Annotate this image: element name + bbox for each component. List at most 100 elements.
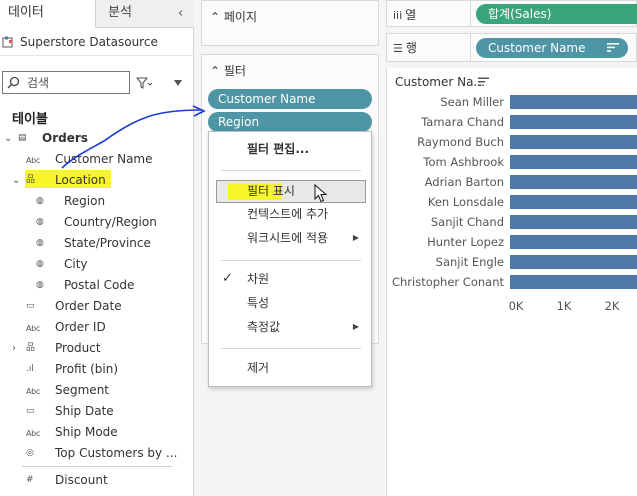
field-item[interactable]: ▭ Ship Date [0,401,194,422]
menu-item-add-to-context[interactable]: 컨텍스트에 추가 [209,203,371,225]
bar-mark[interactable] [510,215,637,229]
category-label[interactable]: Adrian Barton [425,175,504,189]
bar-mark[interactable] [510,235,637,249]
columns-pill-sum-sales[interactable]: 합계(Sales) [476,4,637,24]
field-item[interactable]: ◍ Region [0,191,194,212]
x-tick-label: 2K [605,299,620,313]
string-type-icon: Abc [26,324,41,333]
chevron-right-icon[interactable]: › [12,343,16,354]
bar-mark[interactable] [510,135,637,149]
filters-label: 필터 [223,64,246,78]
bar-mark[interactable] [510,255,637,269]
menu-item-dimension[interactable]: ✓ 차원 [209,268,371,290]
sort-descending-icon[interactable] [607,42,619,53]
calendar-icon: ▭ [26,406,35,416]
string-type-icon: Abc [26,387,41,396]
bar-mark[interactable] [510,195,637,209]
menu-item-label: 필터 표시 [247,184,295,198]
chevron-up-icon[interactable]: ⌃ [210,64,220,78]
category-label[interactable]: Sanjit Engle [436,255,504,269]
field-label: Region [64,194,106,208]
collapse-pane-icon[interactable]: ‹ [178,6,183,21]
tab-data[interactable]: 데이터 [0,0,96,28]
hierarchy-icon: 品 [26,175,36,185]
field-item[interactable]: Abc Ship Mode [0,422,194,443]
globe-icon: ◍ [36,238,44,248]
field-item[interactable]: ⌄ ▤ Orders [0,128,194,149]
filter-pill-customer-name[interactable]: Customer Name [208,89,372,109]
filter-funnel-icon[interactable] [136,76,152,90]
menu-separator [221,348,361,349]
chevron-down-icon[interactable]: ⌄ [4,133,12,144]
field-item[interactable]: ◍ Country/Region [0,212,194,233]
menu-item-label: 워크시트에 적용 [247,231,329,245]
category-label[interactable]: Tamara Chand [420,115,504,129]
menu-item-apply-to-worksheets[interactable]: 워크시트에 적용 ▶ [209,227,371,249]
filters-shelf-title: ⌃ 필터 [210,62,246,79]
search-input[interactable] [27,74,125,91]
field-item[interactable]: ▭ Order Date [0,296,194,317]
category-label[interactable]: Sean Miller [440,95,504,109]
data-pane: 데이터 분석 ‹ Superstore Datasource 테이블 ⌄ ▤ Ord… [0,0,194,496]
datasource-icon [2,36,13,48]
field-item[interactable]: # Discount [0,470,194,491]
field-label: Order ID [55,320,106,334]
shelf-divider [470,0,471,27]
category-label[interactable]: Tom Ashbrook [422,155,504,169]
field-label: Postal Code [64,278,135,292]
category-label[interactable]: Ken Lonsdale [428,195,504,209]
submenu-arrow-icon: ▶ [352,322,359,331]
field-item[interactable]: Abc Customer Name [0,149,194,170]
category-label[interactable]: Raymond Buch [417,135,504,149]
bar-mark[interactable] [510,175,637,189]
field-label: Product [55,341,101,355]
menu-item-measure[interactable]: 측정값 ▶ [209,316,371,338]
rows-pill-customer-name[interactable]: Customer Name [476,38,628,58]
field-label: Discount [55,473,108,487]
menu-separator [221,260,361,261]
chevron-up-icon[interactable]: ⌃ [210,10,220,24]
field-item[interactable]: › 品 Product [0,338,194,359]
category-label[interactable]: Hunter Lopez [427,235,504,249]
field-label: Ship Mode [55,425,118,439]
field-item[interactable]: .ıl Profit (bin) [0,359,194,380]
field-item[interactable]: ◍ Postal Code [0,275,194,296]
bar-mark[interactable] [510,155,637,169]
category-label[interactable]: Christopher Conant [392,275,505,289]
menu-item-remove[interactable]: 제거 [209,357,371,379]
field-divider [22,466,172,467]
field-search-box[interactable] [2,71,130,94]
pages-label: 페이지 [223,10,258,24]
menu-item-show-filter[interactable]: 필터 표시 [209,180,371,202]
field-label: Segment [55,383,109,397]
field-item[interactable]: Abc Segment [0,380,194,401]
pages-shelf-title: ⌃ 페이지 [210,8,257,25]
chevron-down-icon[interactable] [174,80,182,86]
category-label[interactable]: Sanjit Chand [431,215,504,229]
menu-item-label: 특성 [247,296,270,310]
pages-shelf[interactable]: ⌃ 페이지 [201,0,379,46]
menu-item-edit-filter[interactable]: 필터 편집... [209,138,371,160]
bar-mark[interactable] [510,115,637,129]
field-label: Order Date [55,299,122,313]
globe-icon: ◍ [36,196,44,206]
hash-icon: # [26,475,34,485]
field-item[interactable]: ◎ Top Customers by ... [0,443,194,464]
datasource-label: Superstore Datasource [20,35,158,49]
bar-mark[interactable] [510,95,637,109]
field-item[interactable]: ◍ City [0,254,194,275]
bar-mark[interactable] [510,275,637,289]
shelf-divider [470,33,471,62]
datasource-item[interactable]: Superstore Datasource [0,30,194,56]
field-item[interactable]: ◍ State/Province [0,233,194,254]
field-label: Profit (bin) [55,362,119,376]
menu-item-label: 제거 [247,361,270,375]
menu-item-attribute[interactable]: 특성 [209,292,371,314]
field-item[interactable]: ⌄ 品 Location [0,170,194,191]
field-item[interactable]: Abc Order ID [0,317,194,338]
x-tick-label: 1K [557,299,572,313]
globe-icon: ◍ [36,259,44,269]
filter-pill-region[interactable]: Region [208,112,372,132]
field-label: Top Customers by ... [55,446,178,460]
chevron-down-icon[interactable]: ⌄ [12,175,20,186]
